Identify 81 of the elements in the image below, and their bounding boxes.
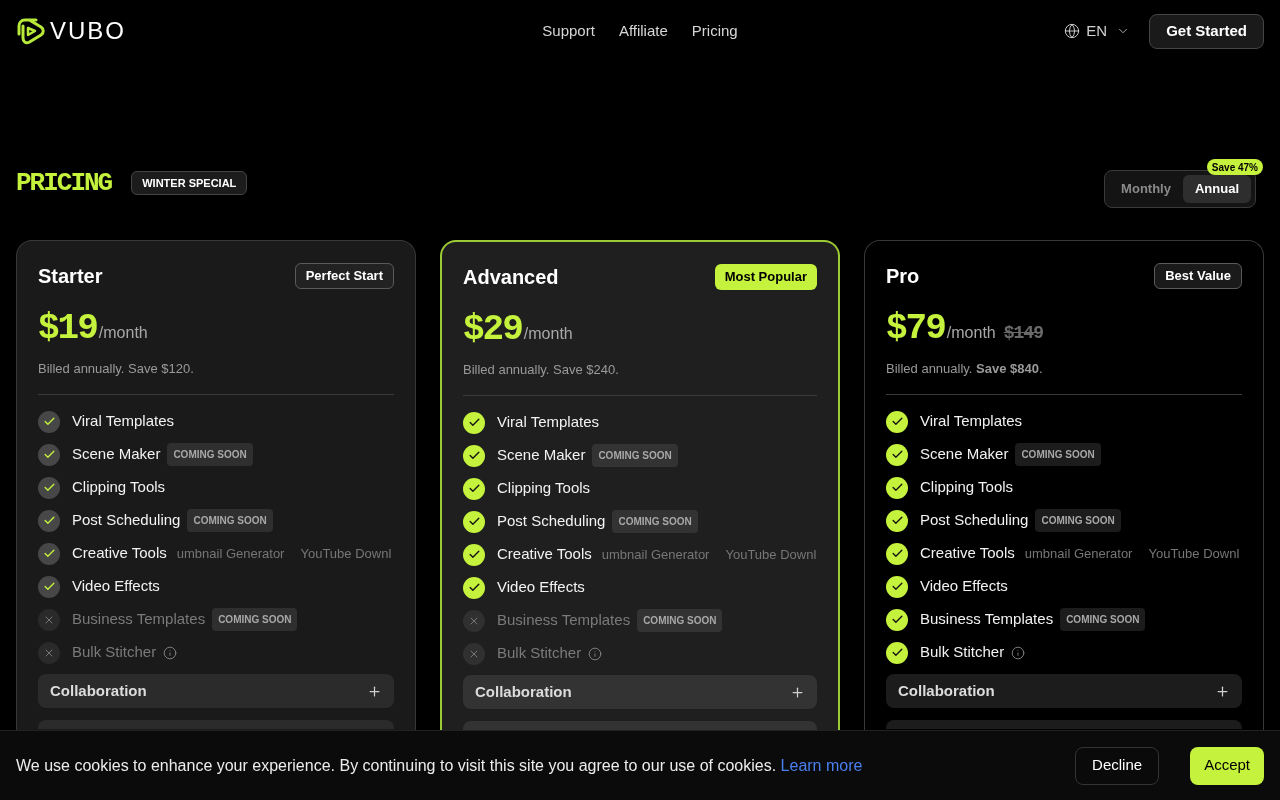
feature-label: Post Scheduling bbox=[72, 510, 181, 531]
feature-label: Bulk Stitcher bbox=[72, 642, 157, 663]
feature-label: Video Effects bbox=[497, 577, 585, 598]
plus-icon bbox=[367, 683, 382, 699]
feature-label: Scene Maker bbox=[497, 445, 586, 466]
info-icon[interactable] bbox=[1011, 645, 1026, 660]
plan-name: Pro bbox=[886, 263, 920, 289]
cookie-message: We use cookies to enhance your experience. By continuing to visit this site you agree to our use of cookies. Learn more bbox=[16, 755, 863, 776]
feature-label: Bulk Stitcher bbox=[497, 643, 582, 664]
feature-label: Clipping Tools bbox=[920, 477, 1014, 498]
status-tag: COMING SOON bbox=[1035, 509, 1121, 532]
price-period: /month bbox=[523, 324, 573, 344]
feature-label: Scene Maker bbox=[72, 444, 161, 465]
plus-icon bbox=[1215, 683, 1230, 699]
price-period: /month bbox=[98, 323, 148, 343]
accordion-header[interactable]: Collaboration bbox=[463, 675, 817, 709]
feature-subitem: umbnail Generator bbox=[1024, 544, 1133, 563]
status-tag: COMING SOON bbox=[1015, 443, 1101, 466]
feature-subitem: YouTube Downl bbox=[725, 545, 817, 564]
billing-option[interactable]: Annual bbox=[1182, 175, 1251, 203]
plan-badge: Perfect Start bbox=[294, 262, 394, 289]
feature-subitem: YouTube Downl bbox=[300, 544, 392, 563]
feature-label: Scene Maker bbox=[920, 444, 1009, 465]
logo-icon bbox=[16, 17, 46, 45]
status-tag: COMING SOON bbox=[212, 608, 298, 631]
plan-name: Starter bbox=[38, 263, 103, 289]
accordion-header[interactable]: Collaboration bbox=[886, 674, 1242, 708]
feature-label: Video Effects bbox=[72, 576, 160, 597]
price-period: /month bbox=[946, 323, 996, 343]
feature-label: Creative Tools bbox=[920, 543, 1015, 564]
decline-button[interactable]: Decline bbox=[1075, 746, 1160, 785]
status-tag: COMING SOON bbox=[1060, 608, 1146, 631]
feature-label: Business Templates bbox=[72, 609, 206, 630]
status-tag: COMING SOON bbox=[187, 509, 273, 532]
accept-button[interactable]: Accept bbox=[1190, 746, 1264, 785]
plan-badge: Best Value bbox=[1154, 262, 1242, 289]
feature-label: Creative Tools bbox=[72, 543, 167, 564]
plus-icon bbox=[790, 684, 805, 700]
billing-note: Billed annually. Save $840. bbox=[886, 361, 1044, 377]
feature-label: Post Scheduling bbox=[497, 511, 606, 532]
status-tag: COMING SOON bbox=[592, 444, 678, 467]
feature-label: Viral Templates bbox=[72, 411, 174, 432]
feature-label: Creative Tools bbox=[497, 544, 592, 565]
section-title: PRICING bbox=[16, 170, 112, 196]
feature-label: Bulk Stitcher bbox=[920, 642, 1005, 663]
globe-icon bbox=[1064, 23, 1081, 39]
feature-label: Clipping Tools bbox=[72, 477, 166, 498]
plan-price: $79 bbox=[886, 311, 945, 347]
nav-link[interactable]: Affiliate bbox=[618, 19, 668, 43]
status-tag: COMING SOON bbox=[612, 510, 698, 533]
language-selector[interactable]: EN bbox=[1064, 19, 1131, 43]
nav-link[interactable]: Pricing bbox=[691, 19, 738, 43]
get-started-button[interactable]: Get Started bbox=[1149, 13, 1264, 49]
billing-option[interactable]: Monthly bbox=[1109, 175, 1183, 203]
feature-subitem: umbnail Generator bbox=[176, 544, 285, 563]
promo-badge: WINTER SPECIAL bbox=[131, 171, 248, 195]
feature-label: Business Templates bbox=[920, 609, 1054, 630]
original-price: $149 bbox=[1003, 322, 1043, 345]
plan-badge: Most Popular bbox=[714, 263, 817, 290]
plan-name: Advanced bbox=[463, 264, 559, 290]
discount-badge: Save 47% bbox=[1206, 159, 1263, 175]
feature-label: Post Scheduling bbox=[920, 510, 1029, 531]
feature-subitem: YouTube Downl bbox=[1148, 544, 1240, 563]
learn-more-link[interactable]: Learn more bbox=[780, 756, 863, 774]
status-tag: COMING SOON bbox=[167, 443, 253, 466]
status-tag: COMING SOON bbox=[637, 609, 723, 632]
logo-link[interactable]: VUBO bbox=[16, 17, 126, 45]
info-icon[interactable] bbox=[163, 645, 178, 660]
plan-price: $19 bbox=[38, 311, 97, 347]
billing-note: Billed annually. Save $240. bbox=[463, 362, 620, 378]
feature-label: Business Templates bbox=[497, 610, 631, 631]
nav-link[interactable]: Support bbox=[542, 19, 595, 43]
accordion-header[interactable]: Collaboration bbox=[38, 674, 394, 708]
feature-label: Video Effects bbox=[920, 576, 1008, 597]
info-icon[interactable] bbox=[588, 646, 603, 661]
feature-subitem: umbnail Generator bbox=[601, 545, 710, 564]
feature-label: Viral Templates bbox=[920, 411, 1022, 432]
feature-label: Viral Templates bbox=[497, 412, 599, 433]
plan-price: $29 bbox=[463, 312, 522, 348]
feature-label: Clipping Tools bbox=[497, 478, 591, 499]
billing-note: Billed annually. Save $120. bbox=[38, 361, 195, 377]
